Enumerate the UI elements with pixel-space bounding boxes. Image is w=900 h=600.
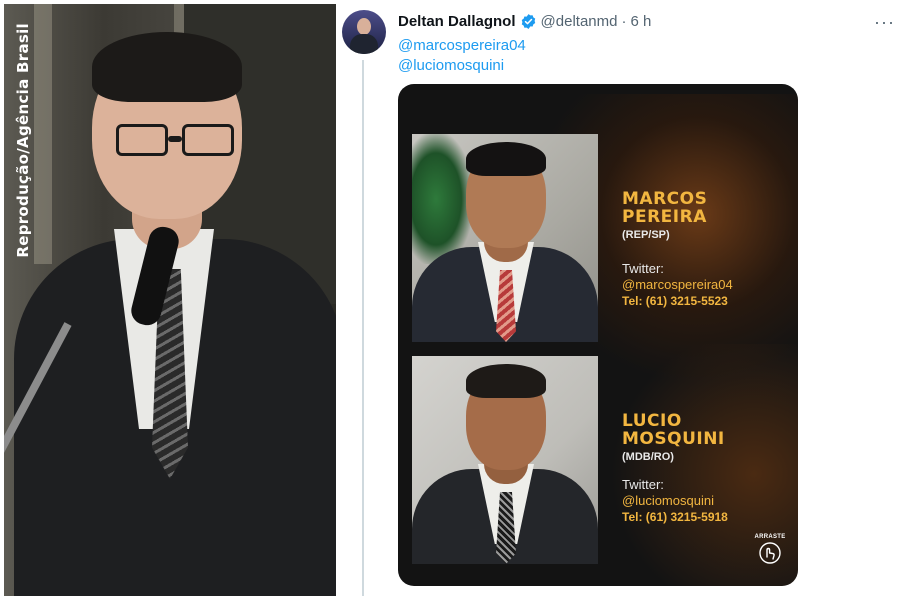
avatar[interactable] [342,10,386,54]
person-name-line2: MOSQUINI [622,429,725,449]
person-info: MARCOS PEREIRA (REP/SP) Twitter: @marcos… [622,190,733,308]
person-name-line1: MARCOS [622,189,708,209]
tweet: Deltan Dallagnol @deltanmd · 6 h ··· @ma… [340,4,896,596]
phone-number: Tel: (61) 3215-5918 [622,510,728,524]
speaker-photo: Reprodução/Agência Brasil [4,4,336,596]
plant [412,134,472,264]
swipe-hand-icon [759,542,781,564]
verified-badge-icon [521,14,535,29]
author-name[interactable]: Deltan Dallagnol [398,13,516,30]
phone-number: Tel: (61) 3215-5523 [622,294,728,308]
glasses [116,124,240,158]
person-photo-marcos [412,134,598,342]
swipe-label: ARRASTE [754,534,786,540]
mention-link[interactable]: @marcospereira04 [398,37,526,54]
background-column [34,4,52,264]
photo-credit: Reprodução/Agência Brasil [10,16,36,264]
thread-line [362,60,364,596]
twitter-label: Twitter: [622,477,664,492]
person-photo-lucio [412,356,598,564]
more-horizontal-icon[interactable]: ··· [874,12,895,33]
hair [92,32,242,102]
photo-credit-text: Reprodução/Agência Brasil [14,22,32,258]
tweet-header: Deltan Dallagnol @deltanmd · 6 h [398,13,651,30]
person-info: LUCIO MOSQUINI (MDB/RO) Twitter: @luciom… [622,412,728,524]
person-name-line1: LUCIO [622,411,682,431]
person-party: (REP/SP) [622,229,670,241]
twitter-handle: @marcospereira04 [622,277,733,292]
person-party: (MDB/RO) [622,451,674,463]
twitter-handle: @luciomosquini [622,493,714,508]
separator: · [621,13,627,30]
author-handle[interactable]: @deltanmd [541,13,618,30]
tweet-image-card[interactable]: MARCOS PEREIRA (REP/SP) Twitter: @marcos… [398,84,798,586]
mention-link[interactable]: @luciomosquini [398,57,504,74]
twitter-label: Twitter: [622,261,664,276]
timestamp[interactable]: 6 h [630,13,651,30]
person-name-line2: PEREIRA [622,207,707,227]
swipe-hint: ARRASTE [750,534,790,574]
